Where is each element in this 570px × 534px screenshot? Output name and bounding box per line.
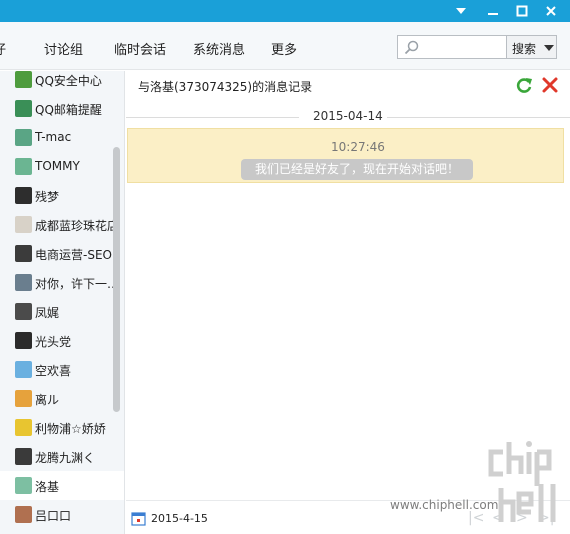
search-button[interactable]: 搜索	[506, 35, 557, 59]
contact-name: 利物浦☆娇娇	[35, 422, 106, 436]
tab-system-messages[interactable]: 系统消息	[193, 39, 245, 58]
system-message: 10:27:46 我们已经是好友了，现在开始对话吧！	[127, 128, 564, 183]
date-separator: 2015-04-14	[126, 109, 570, 125]
avatar	[15, 187, 32, 204]
search-input[interactable]	[422, 38, 502, 56]
conversation-title: 与洛基(373074325)的消息记录	[138, 80, 313, 94]
contact-name: 吕口口	[35, 509, 72, 523]
list-item[interactable]: TOMMY	[0, 152, 124, 181]
list-item-selected[interactable]: 洛基	[0, 471, 124, 500]
contact-list[interactable]: QQ安全中心 QQ邮箱提醒 T-mac TOMMY 残梦 成都蓝珍珠花店 电商运…	[0, 71, 125, 534]
avatar	[15, 477, 32, 494]
list-item[interactable]: 电商运营-SEO…	[0, 239, 124, 268]
avatar	[15, 158, 32, 175]
list-item[interactable]: 对你，许下一…	[0, 268, 124, 297]
list-item[interactable]: T-mac	[0, 123, 124, 152]
calendar-icon[interactable]	[131, 511, 146, 526]
contact-name: 残梦	[35, 190, 60, 204]
avatar	[15, 419, 32, 436]
list-item[interactable]: 成都蓝珍珠花店	[0, 210, 124, 239]
contact-name: 空欢喜	[35, 364, 72, 378]
avatar	[15, 390, 32, 407]
list-item[interactable]: QQ邮箱提醒	[0, 94, 124, 123]
contact-name: 电商运营-SEO…	[35, 248, 121, 262]
list-item[interactable]: 离ル	[0, 384, 124, 413]
contact-name: QQ安全中心	[35, 74, 102, 88]
avatar	[15, 100, 32, 117]
dropdown-icon[interactable]	[447, 0, 475, 22]
avatar	[15, 245, 32, 262]
contact-name: 凤娓	[35, 306, 60, 320]
search-box[interactable]	[397, 35, 507, 59]
tab-discussion-groups[interactable]: 讨论组	[44, 39, 83, 58]
contact-name: T-mac	[35, 130, 72, 144]
message-time: 10:27:46	[331, 140, 385, 154]
contact-name: 光头党	[35, 335, 72, 349]
chevron-down-icon	[544, 45, 554, 51]
avatar	[15, 303, 32, 320]
tab-friends[interactable]: 仔	[0, 39, 6, 58]
avatar	[15, 448, 32, 465]
list-item[interactable]: 空欢喜	[0, 355, 124, 384]
avatar	[15, 71, 32, 88]
chiphell-logo	[488, 441, 556, 522]
tab-more[interactable]: 更多	[271, 39, 297, 58]
avatar	[15, 506, 32, 523]
close-icon[interactable]	[537, 0, 565, 22]
contact-name: 对你，许下一…	[35, 277, 120, 291]
contact-name: 洛基	[35, 480, 60, 494]
avatar	[15, 332, 32, 349]
contact-name: 龙腾九渊く	[35, 451, 96, 465]
avatar	[15, 361, 32, 378]
contact-name: 成都蓝珍珠花店	[35, 219, 120, 233]
search-button-label: 搜索	[512, 42, 537, 56]
first-page-icon[interactable]: |<	[468, 510, 484, 526]
list-item[interactable]: 吕口口	[0, 500, 124, 529]
contact-name: 离ル	[35, 393, 60, 407]
refresh-icon[interactable]	[515, 76, 533, 94]
maximize-icon[interactable]	[508, 0, 536, 22]
minimize-icon[interactable]	[479, 0, 507, 22]
date-label: 2015-04-14	[313, 109, 383, 123]
tab-temp-sessions[interactable]: 临时会话	[114, 39, 166, 58]
contact-name: TOMMY	[35, 159, 80, 173]
list-item[interactable]: 光头党	[0, 326, 124, 355]
watermark-url: www.chiphell.com	[390, 498, 499, 512]
close-red-icon[interactable]	[541, 76, 559, 94]
separator-line	[387, 117, 570, 118]
list-item[interactable]: 凤娓	[0, 297, 124, 326]
separator-line	[126, 117, 299, 118]
list-item[interactable]: 残梦	[0, 181, 124, 210]
list-item[interactable]: 利物浦☆娇娇	[0, 413, 124, 442]
list-item[interactable]: 龙腾九渊く	[0, 442, 124, 471]
avatar	[15, 129, 32, 146]
title-bar	[0, 0, 570, 22]
avatar	[15, 216, 32, 233]
contact-name: QQ邮箱提醒	[35, 103, 102, 117]
scrollbar[interactable]	[113, 147, 120, 412]
list-item[interactable]: QQ安全中心	[0, 71, 124, 94]
avatar	[15, 274, 32, 291]
footer-date: 2015-4-15	[151, 512, 208, 525]
search-icon	[404, 40, 419, 55]
system-message-text: 我们已经是好友了，现在开始对话吧！	[241, 159, 473, 180]
